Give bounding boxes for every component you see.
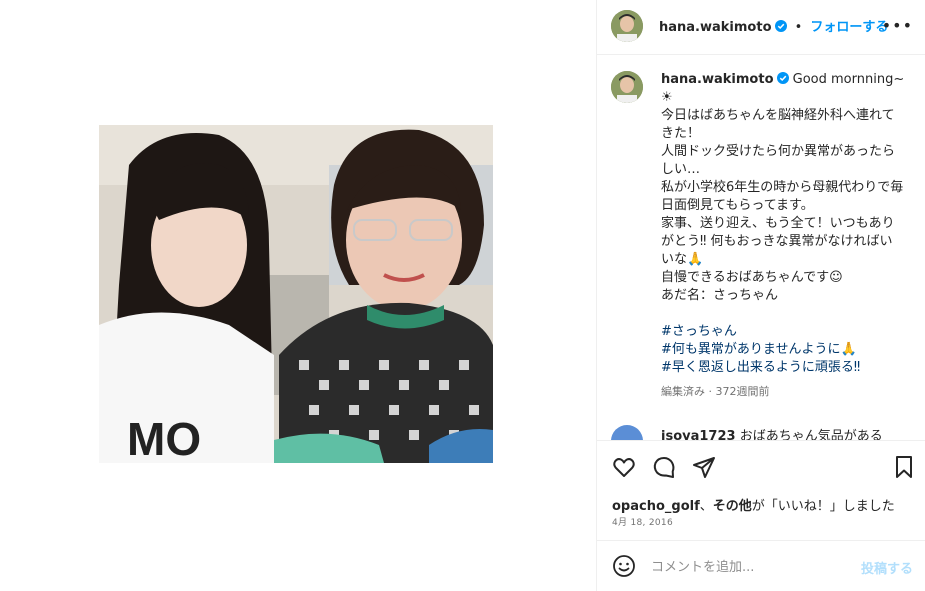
likes-suffix: が「いいね！」しました <box>751 499 895 514</box>
caption-meta: 編集済み · 372週間前 <box>661 385 770 398</box>
comment-input[interactable] <box>649 555 853 579</box>
likes-summary: opacho_golf、その他が「いいね！」しました <box>612 495 895 514</box>
selfie-image: MO <box>99 125 493 463</box>
post-photo[interactable]: MO <box>99 125 493 463</box>
header-separator: • <box>794 20 803 35</box>
hashtag-link[interactable]: #さっちゃん <box>661 324 737 339</box>
commenter-avatar[interactable] <box>611 425 643 440</box>
add-comment-bar: 投稿する <box>597 541 925 591</box>
post-comment-button[interactable]: 投稿する <box>861 558 913 577</box>
media-pane: MO <box>0 0 596 591</box>
comment-text: おばあちゃん気品がある <box>739 429 883 440</box>
hashtag-link[interactable]: #何も異常がありませんように🙏 <box>661 342 857 357</box>
post-caption: hana.wakimoto Good mornning~ ☀ 今日はばあちゃんを… <box>661 71 905 401</box>
emoji-icon[interactable] <box>612 554 636 578</box>
likes-others-link[interactable]: その他 <box>713 499 752 514</box>
svg-text:MO: MO <box>127 413 201 463</box>
comment-item: isoya1723 おばあちゃん気品がある <box>661 425 883 440</box>
more-options-icon[interactable]: ••• <box>882 16 913 35</box>
share-send-icon[interactable] <box>692 455 716 479</box>
post-actions <box>597 441 925 491</box>
verified-badge-icon <box>774 20 787 32</box>
caption-username[interactable]: hana.wakimoto <box>661 72 774 87</box>
avatar-image <box>611 10 643 42</box>
follow-button[interactable]: フォローする <box>810 20 888 35</box>
hashtag-link[interactable]: #早く恩返し出来るように頑張る‼︎ <box>661 360 860 375</box>
comments-area[interactable]: hana.wakimoto Good mornning~ ☀ 今日はばあちゃんを… <box>597 55 925 440</box>
author-username[interactable]: hana.wakimoto <box>659 20 772 35</box>
liker-username[interactable]: opacho_golf <box>612 499 700 514</box>
post-date[interactable]: 4月 18, 2016 <box>612 515 673 528</box>
caption-lead: Good mornning~ <box>792 72 905 87</box>
author-avatar[interactable] <box>611 10 643 42</box>
sun-emoji: ☀ <box>661 90 673 105</box>
verified-badge-icon <box>776 72 789 84</box>
save-bookmark-icon[interactable] <box>892 455 916 479</box>
caption-avatar[interactable] <box>611 71 643 103</box>
like-heart-icon[interactable] <box>612 455 636 479</box>
commenter-username[interactable]: isoya1723 <box>661 429 736 440</box>
avatar-image <box>611 71 643 103</box>
post-sidebar: hana.wakimoto • フォローする ••• hana.wakimoto… <box>597 0 925 591</box>
caption-body: 今日はばあちゃんを脳神経外科へ連れてきた！ 人間ドック受けたら何か異常があったら… <box>661 108 904 303</box>
likes-sep: 、 <box>699 499 713 514</box>
comment-bubble-icon[interactable] <box>652 455 676 479</box>
post-header: hana.wakimoto • フォローする ••• <box>597 0 925 55</box>
